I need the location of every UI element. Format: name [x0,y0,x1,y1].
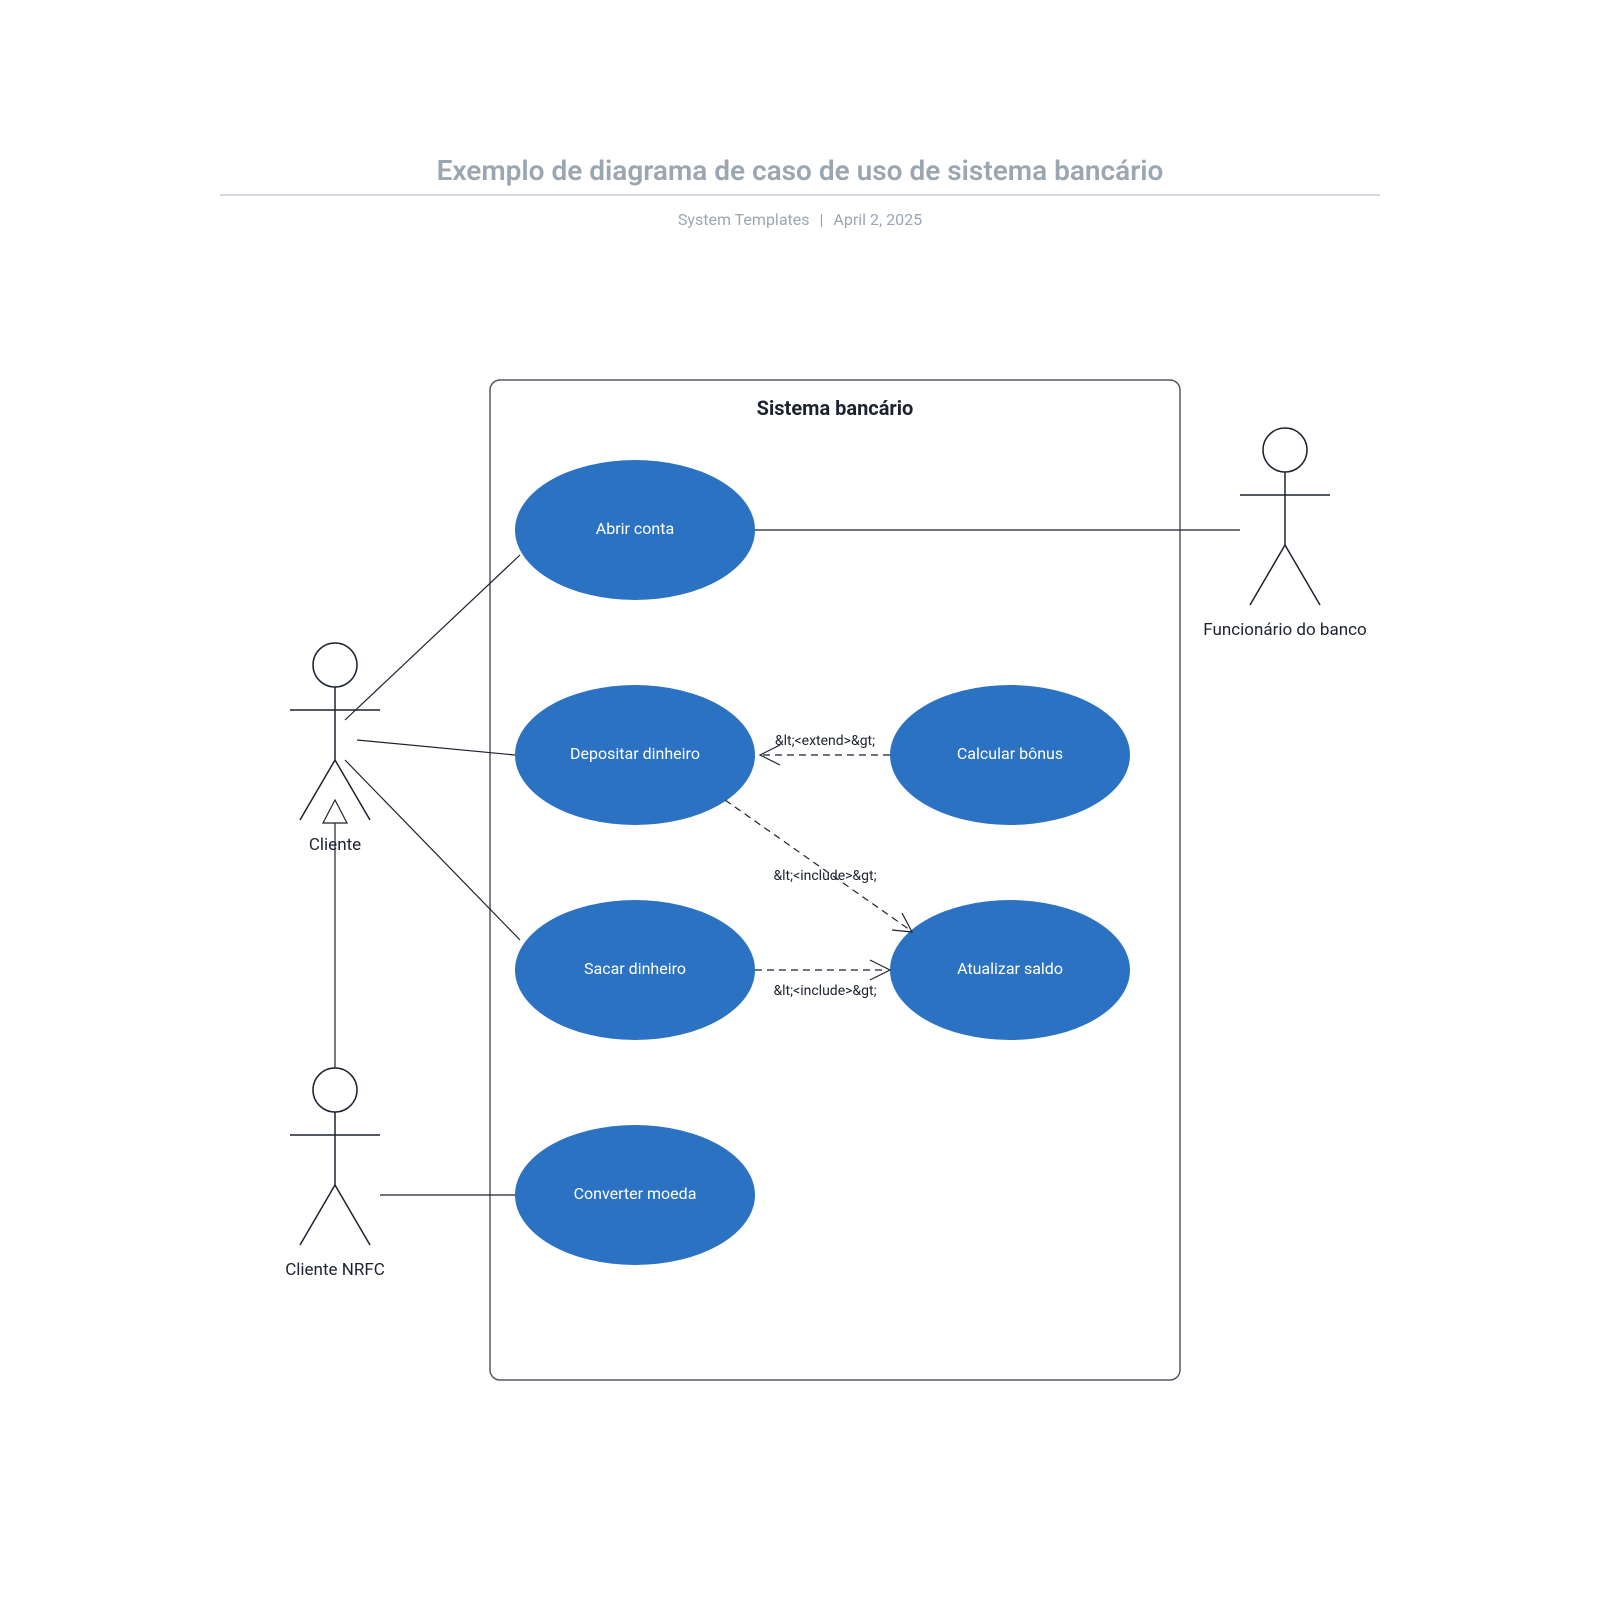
usecase-depositar-label: Depositar dinheiro [570,744,700,763]
rel-include-depositar-arrowhead-icon [892,913,912,932]
usecase-abrir-conta-label: Abrir conta [596,519,674,538]
assoc-cliente-depositar [357,740,515,755]
system-boundary-title: Sistema bancário [757,396,914,420]
usecase-calcular-bonus-label: Calcular bônus [957,744,1063,763]
actor-cliente[interactable] [290,643,380,820]
diagram-title: Exemplo de diagrama de caso de uso de si… [437,154,1164,187]
actor-funcionario-label: Funcionário do banco [1203,620,1366,640]
usecase-converter-label: Converter moeda [574,1184,697,1203]
diagram-subtitle: System Templates|April 2, 2025 [678,210,922,229]
assoc-cliente-abrir [345,555,520,720]
usecase-sacar-label: Sacar dinheiro [584,959,686,978]
rel-include-depositar-label: &lt;<include>&gt; [773,868,876,884]
generalization-arrowhead-icon [323,800,347,823]
rel-include-sacar-label: &lt;<include>&gt; [773,983,876,999]
assoc-cliente-sacar [345,760,520,940]
rel-include-depositar-atualizar [725,800,910,930]
actor-cliente-nrfc-label: Cliente NRFC [285,1260,385,1280]
rel-extend-label: &lt;<extend>&gt; [775,733,875,749]
usecase-atualizar-saldo-label: Atualizar saldo [957,959,1063,978]
actor-cliente-nrfc[interactable] [290,1068,380,1245]
actor-funcionario[interactable] [1240,428,1330,605]
